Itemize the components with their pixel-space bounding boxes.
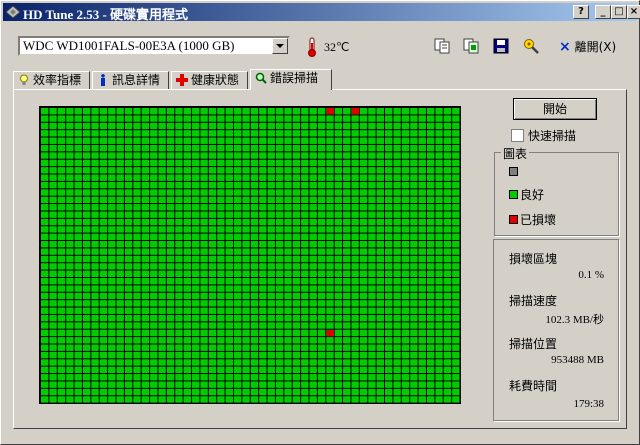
- exit-label: 離開(X): [574, 40, 617, 54]
- window-title: HD Tune 2.53 - 硬碟實用程式: [23, 7, 189, 22]
- scan-block-grid: [39, 106, 461, 404]
- bad-block: [326, 108, 334, 115]
- lightbulb-icon: [20, 74, 28, 85]
- checkbox-box[interactable]: [511, 129, 524, 142]
- maximize-button[interactable]: □: [611, 5, 627, 19]
- close-button[interactable]: ×: [627, 5, 640, 19]
- minimize-button[interactable]: _: [595, 5, 611, 19]
- toolbar: WDC WD1001FALS-00E3A (1000 GB) 32℃ × 離開(…: [1, 23, 639, 71]
- legend-label: 已損壞: [520, 213, 557, 227]
- dropdown-arrow-icon[interactable]: [272, 38, 288, 54]
- bad-block: [351, 108, 360, 115]
- title-bar: HD Tune 2.53 - 硬碟實用程式 ? _ □ ×: [3, 3, 640, 22]
- tab-label: 效率指標: [33, 73, 82, 87]
- thermometer-icon: [308, 37, 316, 57]
- tab-label: 錯誤掃描: [270, 71, 319, 85]
- start-button[interactable]: 開始: [513, 98, 597, 120]
- tab-info[interactable]: 訊息詳情: [92, 71, 169, 89]
- options-icon[interactable]: [522, 37, 540, 55]
- quick-scan-checkbox[interactable]: 快速掃描: [511, 127, 576, 144]
- quick-scan-label: 快速掃描: [528, 129, 577, 143]
- temperature-readout: 32℃: [324, 40, 350, 54]
- legend-item-unscanned: [509, 165, 520, 179]
- help-button[interactable]: ?: [573, 5, 589, 19]
- bad-block-layer: [326, 108, 360, 337]
- tab-error-scan[interactable]: 錯誤掃描: [250, 69, 332, 90]
- copy-info-icon[interactable]: [462, 37, 480, 55]
- magnifier-icon: [255, 72, 267, 84]
- damaged-blocks-label: 損壞區塊: [509, 252, 558, 266]
- red-swatch: [509, 215, 518, 224]
- drive-select[interactable]: WDC WD1001FALS-00E3A (1000 GB): [18, 36, 290, 56]
- elapsed-time-label: 耗費時間: [509, 379, 558, 393]
- drive-select-value: WDC WD1001FALS-00E3A (1000 GB): [23, 38, 235, 53]
- elapsed-time-value: 179:38: [573, 398, 604, 410]
- scan-position-value: 953488 MB: [551, 354, 604, 366]
- legend-item-damaged: 已損壞: [509, 211, 556, 228]
- save-icon[interactable]: [492, 37, 510, 55]
- tab-health[interactable]: 健康狀態: [171, 71, 248, 89]
- stats-group: 損壞區塊 0.1 % 掃描速度 102.3 MB/秒 掃描位置 953488 M…: [493, 239, 619, 421]
- legend-label: 良好: [520, 188, 545, 202]
- app-window: HD Tune 2.53 - 硬碟實用程式 ? _ □ × WDC WD1001…: [0, 0, 640, 445]
- legend-caption: 圖表: [501, 145, 530, 162]
- scan-speed-value: 102.3 MB/秒: [545, 314, 604, 326]
- info-icon: [101, 74, 105, 86]
- close-x-icon: ×: [559, 39, 571, 55]
- scan-speed-label: 掃描速度: [509, 294, 558, 308]
- exit-button[interactable]: × 離開(X): [559, 38, 616, 55]
- legend-item-ok: 良好: [509, 186, 544, 203]
- tab-label: 健康狀態: [191, 73, 240, 87]
- health-cross-icon: [176, 74, 188, 86]
- tab-label: 訊息詳情: [112, 73, 161, 87]
- tab-benchmark[interactable]: 效率指標: [13, 71, 90, 89]
- scan-position-label: 掃描位置: [509, 337, 558, 351]
- legend-group: 圖表 良好 已損壞: [494, 145, 619, 236]
- gray-swatch: [509, 167, 518, 176]
- app-icon: [6, 6, 20, 18]
- copy-text-icon[interactable]: [433, 37, 451, 55]
- bad-block: [326, 330, 334, 337]
- damaged-blocks-value: 0.1 %: [578, 269, 604, 281]
- green-swatch: [509, 190, 518, 199]
